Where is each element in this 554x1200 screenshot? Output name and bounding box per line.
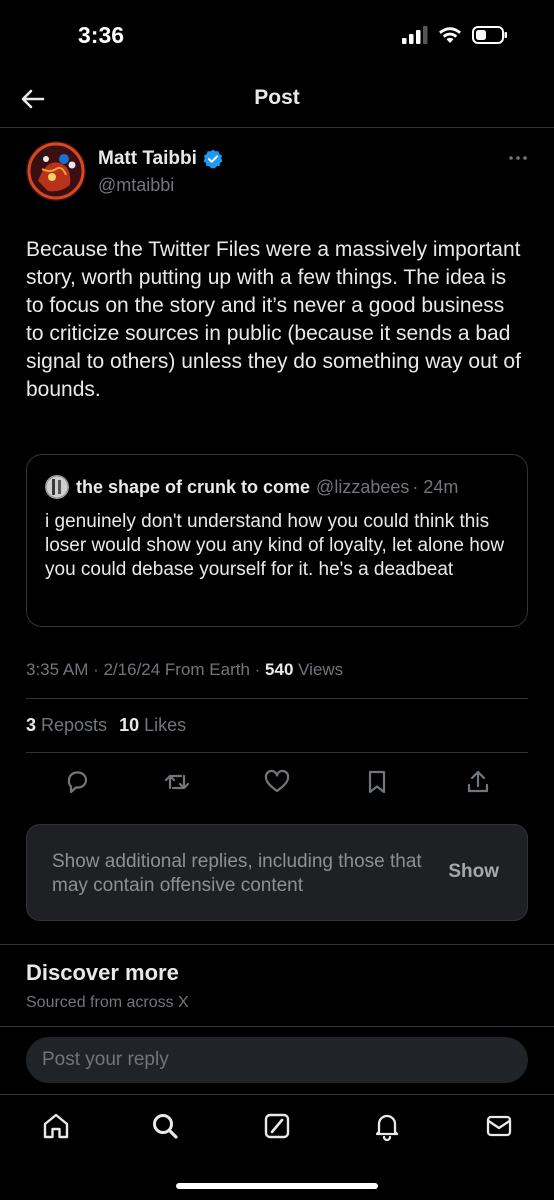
share-button[interactable] — [464, 768, 492, 796]
tab-messages[interactable] — [484, 1111, 514, 1141]
post-meta: 3:35 AM · 2/16/24 From Earth · 540 Views — [26, 660, 343, 680]
header-divider — [0, 127, 554, 128]
like-button[interactable] — [263, 768, 291, 796]
views-label: Views — [293, 660, 344, 679]
quoted-post-header: the shape of crunk to come @lizzabees · … — [45, 475, 458, 499]
signal-icon — [402, 26, 428, 44]
likes-label: Likes — [139, 715, 187, 735]
repost-button[interactable] — [163, 768, 191, 796]
likes-stat[interactable]: 10 Likes — [119, 715, 186, 735]
home-icon — [43, 1113, 69, 1139]
share-icon — [467, 770, 489, 793]
bell-icon — [375, 1114, 399, 1141]
post-stats: 3 Reposts 10 Likes — [26, 715, 186, 736]
quoted-post-time: · 24m — [412, 476, 459, 497]
discover-subtitle: Sourced from across X — [26, 994, 189, 1011]
more-options-button[interactable] — [508, 152, 528, 164]
discover-divider — [0, 1026, 554, 1027]
post-actions — [0, 760, 554, 804]
status-icons — [402, 26, 508, 44]
reply-button[interactable] — [63, 768, 91, 796]
status-bar: 3:36 — [0, 0, 554, 72]
repost-icon — [164, 774, 190, 790]
post-timestamp: 3:35 AM · 2/16/24 From Earth · — [26, 660, 266, 679]
tweet-text: Because the Twitter Files were a massive… — [26, 238, 521, 401]
author-avatar[interactable] — [26, 141, 86, 201]
tab-search[interactable] — [150, 1111, 180, 1141]
wifi-icon — [438, 26, 462, 44]
reply-icon — [67, 771, 88, 794]
reposts-count: 3 — [26, 715, 37, 735]
section-divider — [0, 944, 554, 945]
additional-replies-notice: Show additional replies, including those… — [26, 824, 528, 921]
author-name-text[interactable]: Matt Taibbi — [98, 148, 197, 170]
home-indicator — [176, 1183, 378, 1189]
quoted-author-handle: @lizzabees — [316, 476, 410, 497]
author-handle[interactable]: @mtaibbi — [98, 175, 174, 196]
search-icon — [153, 1114, 178, 1139]
quoted-author-name: the shape of crunk to come — [76, 476, 311, 497]
quoted-author-avatar — [45, 475, 69, 499]
tab-home[interactable] — [41, 1111, 71, 1141]
mail-icon — [486, 1115, 512, 1137]
grok-icon — [264, 1113, 290, 1139]
reply-placeholder: Post your reply — [42, 1049, 169, 1070]
page-title: Post — [254, 86, 300, 109]
bookmark-button[interactable] — [363, 768, 391, 796]
tab-notifications[interactable] — [372, 1111, 402, 1141]
meta-divider — [26, 698, 528, 699]
bookmark-icon — [368, 770, 386, 794]
reposts-label: Reposts — [36, 715, 108, 735]
battery-icon — [472, 26, 508, 44]
reposts-stat[interactable]: 3 Reposts — [26, 715, 107, 735]
quoted-post-text: i genuinely don't understand how you cou… — [45, 511, 505, 580]
author-name[interactable]: Matt Taibbi — [98, 148, 223, 170]
stats-divider — [26, 752, 528, 753]
additional-replies-text: Show additional replies, including those… — [52, 851, 422, 896]
quoted-post[interactable]: the shape of crunk to come @lizzabees · … — [26, 454, 528, 627]
reply-input[interactable]: Post your reply — [26, 1037, 528, 1083]
header: Post — [0, 72, 554, 126]
tab-grok[interactable] — [262, 1111, 292, 1141]
views-count: 540 — [265, 660, 294, 679]
heart-icon — [264, 769, 290, 793]
status-time: 3:36 — [78, 22, 125, 48]
show-replies-button[interactable]: Show — [448, 861, 499, 883]
likes-count: 10 — [119, 715, 140, 735]
more-icon — [509, 156, 527, 160]
discover-title: Discover more — [26, 960, 179, 985]
verified-badge-icon — [203, 149, 223, 169]
